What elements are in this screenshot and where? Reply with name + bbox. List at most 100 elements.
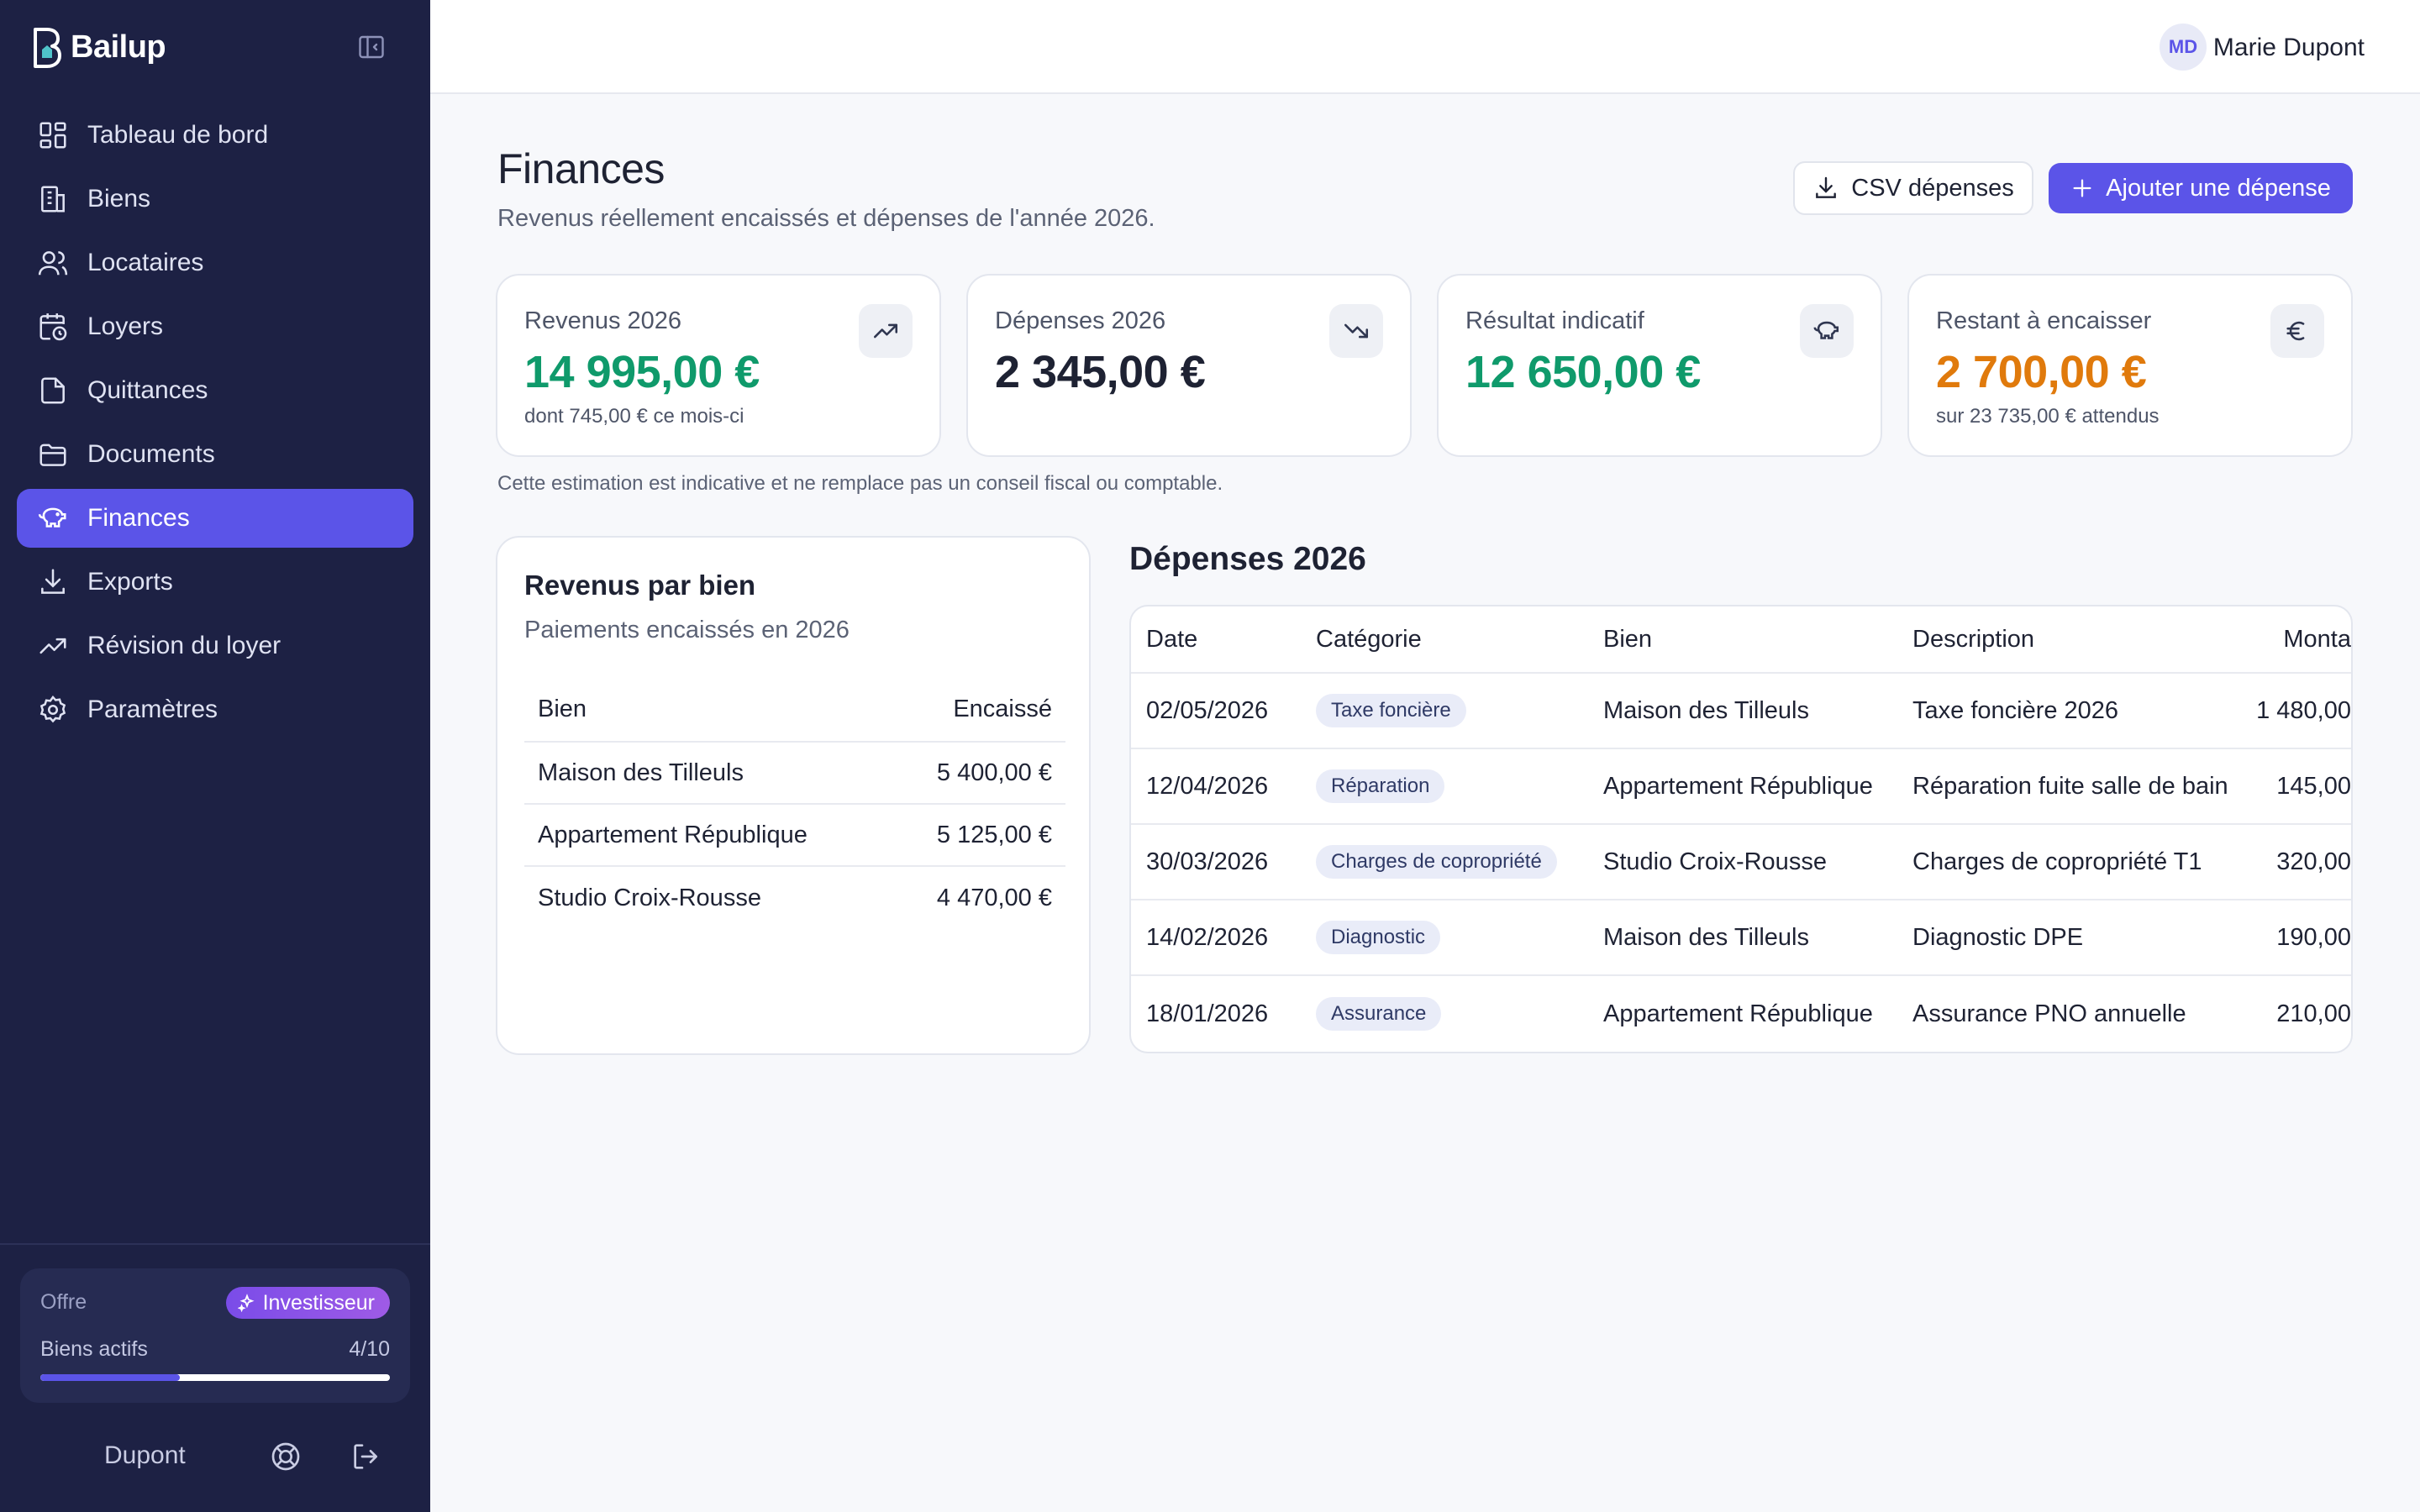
expense-amount: 320,00 xyxy=(2276,848,2351,875)
building-icon xyxy=(41,186,65,213)
collapse-sidebar-button[interactable] xyxy=(356,32,387,62)
piggy-bank-icon xyxy=(38,507,66,528)
column-header-date: Date xyxy=(1146,625,1198,653)
table-row[interactable]: 14/02/2026 Diagnostic Maison des Tilleul… xyxy=(1131,900,2351,976)
stat-note: dont 745,00 € ce mois-ci xyxy=(524,405,744,428)
expense-property: Appartement République xyxy=(1603,772,1873,800)
download-icon xyxy=(41,569,65,594)
sidebar-collapse-icon xyxy=(359,35,384,59)
property-name: Appartement République xyxy=(538,821,808,848)
stat-value: 14 995,00 € xyxy=(524,347,760,397)
stat-card-result: Résultat indicatif 12 650,00 € xyxy=(1437,274,1882,457)
expense-date: 30/03/2026 xyxy=(1146,848,1269,875)
expense-description: Assurance PNO annuelle xyxy=(1912,1000,2186,1027)
revenue-table: Bien Encaissé Maison des Tilleuls 5 400,… xyxy=(524,677,1065,929)
collected-amount: 4 470,00 € xyxy=(936,884,1052,911)
page-subtitle: Revenus réellement encaissés et dépenses… xyxy=(497,205,1155,232)
stat-card-remaining: Restant à encaisser 2 700,00 € sur 23 73… xyxy=(1907,274,2353,457)
add-expense-button[interactable]: Ajouter une dépense xyxy=(2049,163,2353,213)
sidebar-item-properties[interactable]: Biens xyxy=(17,170,413,228)
sidebar-item-settings[interactable]: Paramètres xyxy=(17,680,413,739)
user-name[interactable]: Marie Dupont xyxy=(2213,34,2365,62)
piggy-bank-icon xyxy=(1813,321,1839,339)
expense-date: 02/05/2026 xyxy=(1146,696,1269,724)
expense-property: Studio Croix-Rousse xyxy=(1603,848,1827,875)
plan-badge[interactable]: Investisseur xyxy=(225,1287,390,1319)
footer-user-name: Dupont xyxy=(104,1441,186,1469)
usage-count: 4/10 xyxy=(349,1337,390,1361)
category-cell: Assurance xyxy=(1316,976,1442,1052)
table-row[interactable]: 30/03/2026 Charges de copropriété Studio… xyxy=(1131,825,2351,900)
table-row: Maison des Tilleuls 5 400,00 € xyxy=(524,743,1065,805)
column-header-property: Bien xyxy=(1603,625,1653,653)
expenses-title: Dépenses 2026 xyxy=(1129,541,1366,577)
avatar[interactable]: MD xyxy=(2160,24,2207,71)
plan-card: Offre Investisseur Biens actifs 4/10 xyxy=(20,1268,410,1403)
topbar: MD Marie Dupont xyxy=(430,0,2420,94)
sidebar-item-tenants[interactable]: Locataires xyxy=(17,234,413,292)
sidebar-item-label: Exports xyxy=(87,568,173,596)
sidebar-divider xyxy=(0,1243,430,1245)
trending-down-icon xyxy=(1344,323,1369,339)
revenue-by-property-card: Revenus par bien Paiements encaissés en … xyxy=(496,536,1091,1055)
expense-description: Réparation fuite salle de bain xyxy=(1912,772,2228,800)
sidebar-item-rent-revision[interactable]: Révision du loyer xyxy=(17,617,413,675)
trending-up-icon xyxy=(873,323,898,339)
property-name: Maison des Tilleuls xyxy=(538,759,744,786)
stat-card-expenses: Dépenses 2026 2 345,00 € xyxy=(966,274,1412,457)
collected-amount: 5 400,00 € xyxy=(936,759,1052,786)
expense-amount: 210,00 xyxy=(2276,1000,2351,1027)
sidebar-item-exports[interactable]: Exports xyxy=(17,553,413,612)
sparkles-icon xyxy=(237,1294,255,1312)
column-header: Encaissé xyxy=(953,695,1052,722)
expense-description: Diagnostic DPE xyxy=(1912,923,2084,951)
sidebar-item-finances[interactable]: Finances xyxy=(17,489,413,548)
app-logo[interactable]: Bailup xyxy=(29,24,166,71)
stat-label: Revenus 2026 xyxy=(524,307,682,334)
sidebar-item-label: Révision du loyer xyxy=(87,632,281,659)
sidebar-item-label: Biens xyxy=(87,185,151,213)
logout-button[interactable] xyxy=(350,1440,383,1473)
euro-icon xyxy=(2286,321,2305,341)
sidebar-item-label: Loyers xyxy=(87,312,164,340)
expenses-table: Date Catégorie Bien Description Monta 02… xyxy=(1129,605,2353,1053)
sidebar: Bailup Tableau de bord Biens Locataires … xyxy=(0,0,430,1512)
category-cell: Diagnostic xyxy=(1316,900,1441,974)
lifebuoy-icon xyxy=(271,1442,300,1471)
sidebar-item-dashboard[interactable]: Tableau de bord xyxy=(17,106,413,165)
column-header-description: Description xyxy=(1912,625,2035,653)
help-button[interactable] xyxy=(269,1440,302,1473)
sidebar-item-rents[interactable]: Loyers xyxy=(17,297,413,356)
sidebar-item-receipts[interactable]: Quittances xyxy=(17,361,413,420)
file-icon xyxy=(41,377,65,404)
expense-description: Charges de copropriété T1 xyxy=(1912,848,2202,875)
sidebar-item-documents[interactable]: Documents xyxy=(17,425,413,484)
expense-amount: 190,00 xyxy=(2276,923,2351,951)
table-row[interactable]: 18/01/2026 Assurance Appartement Républi… xyxy=(1131,976,2351,1052)
expense-property: Appartement République xyxy=(1603,1000,1873,1027)
table-row[interactable]: 12/04/2026 Réparation Appartement Républ… xyxy=(1131,749,2351,825)
expense-date: 14/02/2026 xyxy=(1146,923,1269,951)
category-cell: Réparation xyxy=(1316,749,1445,823)
stat-value: 2 700,00 € xyxy=(1936,347,2147,397)
revenue-card-title: Revenus par bien xyxy=(524,570,756,601)
trending-up-icon xyxy=(39,638,66,654)
table-row: Appartement République 5 125,00 € xyxy=(524,805,1065,867)
expense-amount: 145,00 xyxy=(2276,772,2351,800)
users-icon xyxy=(38,251,68,276)
download-icon xyxy=(1816,176,1837,198)
stat-icon-box xyxy=(859,304,913,358)
table-row[interactable]: 02/05/2026 Taxe foncière Maison des Till… xyxy=(1131,674,2351,749)
csv-export-button[interactable]: CSV dépenses xyxy=(1793,161,2033,215)
sidebar-nav: Tableau de bord Biens Locataires Loyers … xyxy=(17,106,413,744)
column-header-amount: Monta xyxy=(2283,625,2351,653)
stat-label: Restant à encaisser xyxy=(1936,307,2152,334)
logo-icon xyxy=(34,28,61,68)
table-row: Studio Croix-Rousse 4 470,00 € xyxy=(524,867,1065,929)
expense-property: Maison des Tilleuls xyxy=(1603,696,1809,724)
page-title: Finances xyxy=(497,145,665,192)
sidebar-item-label: Locataires xyxy=(87,249,204,276)
sidebar-item-label: Finances xyxy=(87,504,190,532)
category-badge: Taxe foncière xyxy=(1316,694,1466,727)
expense-date: 18/01/2026 xyxy=(1146,1000,1269,1027)
